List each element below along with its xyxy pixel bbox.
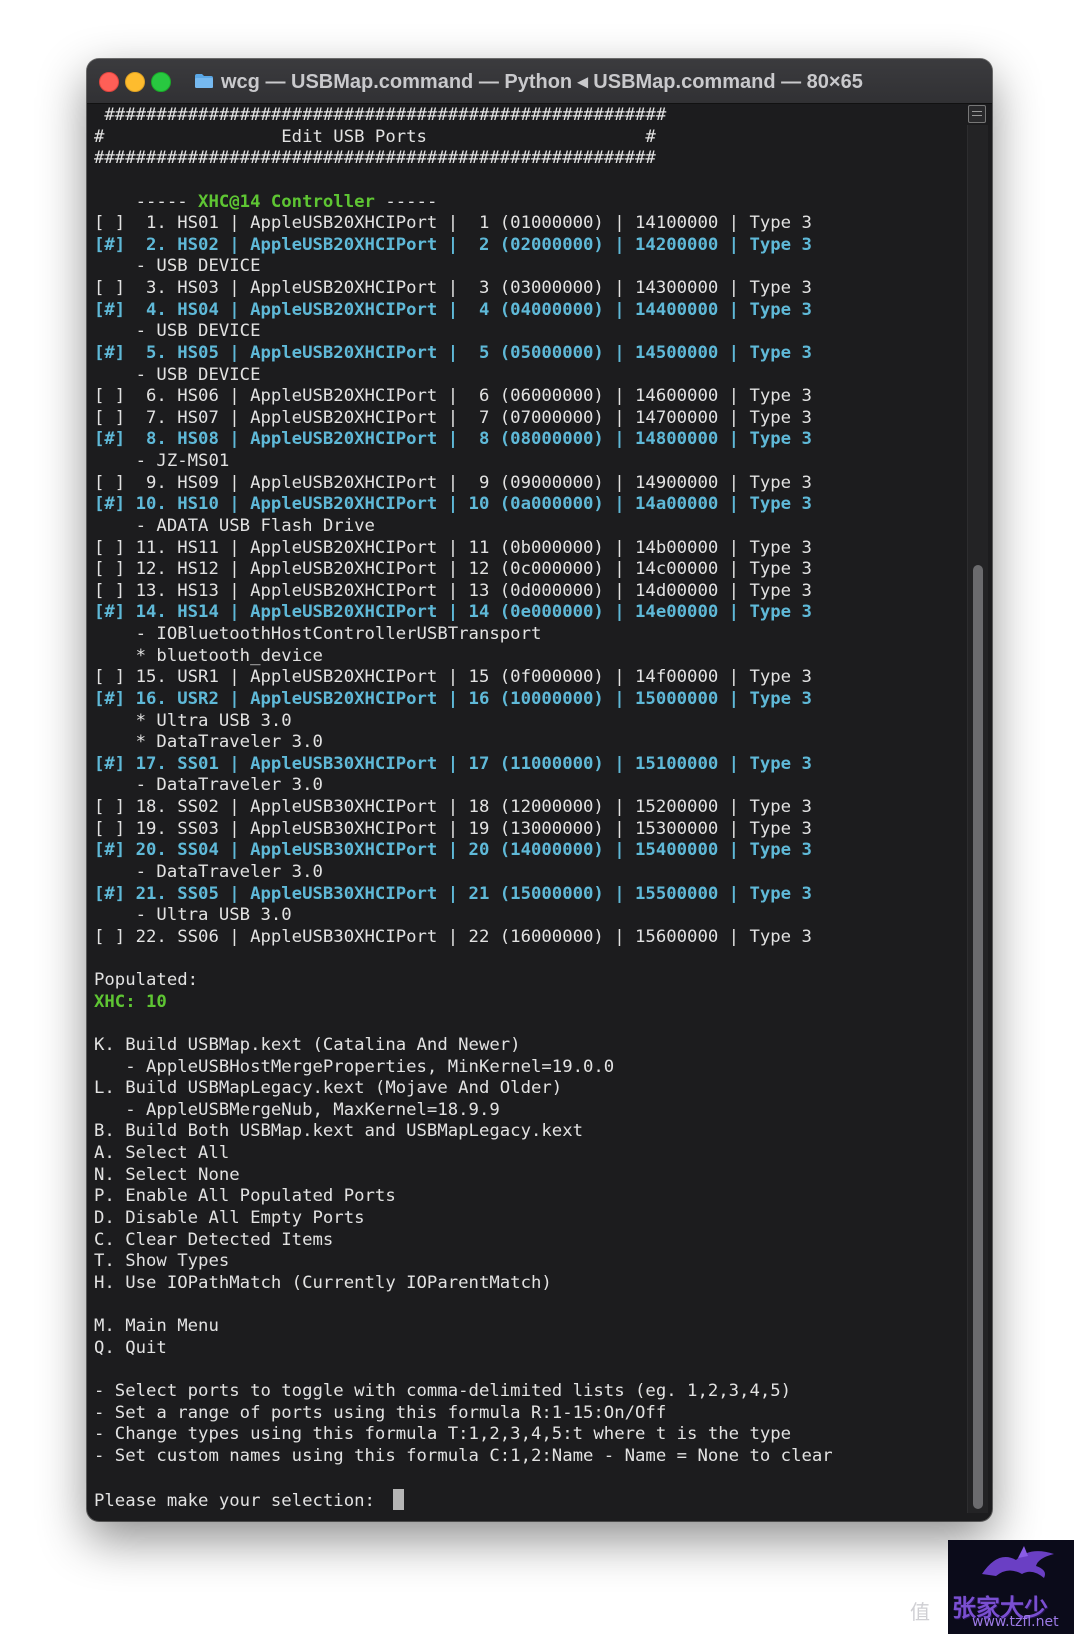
port-row: [ ] 11. HS11 | AppleUSB20XHCIPort | 11 (… [94, 537, 812, 558]
help-line: - Set a range of ports using this formul… [94, 1402, 667, 1423]
port-device: - DataTraveler 3.0 [94, 775, 323, 796]
menu-item: K. Build USBMap.kext (Catalina And Newer… [94, 1034, 521, 1055]
port-row: [#] 2. HS02 | AppleUSB20XHCIPort | 2 (02… [94, 234, 812, 255]
watermark-logo: 张家大少 www.tzfl.net [948, 1540, 1074, 1634]
split-view-icon[interactable] [968, 105, 986, 123]
window-title: wcg — USBMap.command — Python ◂ USBMap.c… [221, 71, 863, 93]
menu-item: N. Select None [94, 1164, 240, 1185]
port-row: [ ] 9. HS09 | AppleUSB20XHCIPort | 9 (09… [94, 472, 812, 493]
port-device: - DataTraveler 3.0 [94, 861, 323, 882]
menu-item: T. Show Types [94, 1251, 230, 1272]
menu-item: H. Use IOPathMatch (Currently IOParentMa… [94, 1272, 552, 1293]
site-mark: 值 [910, 1600, 930, 1624]
port-device: - USB DEVICE [94, 321, 261, 342]
menu-item: - AppleUSBHostMergeProperties, MinKernel… [94, 1056, 615, 1077]
menu-item: M. Main Menu [94, 1316, 219, 1336]
port-row: [#] 10. HS10 | AppleUSB20XHCIPort | 10 (… [94, 494, 812, 515]
help-line: - Change types using this formula T:1,2,… [94, 1424, 792, 1445]
port-device: * DataTraveler 3.0 [94, 732, 323, 753]
port-row: [#] 17. SS01 | AppleUSB30XHCIPort | 17 (… [94, 753, 812, 774]
header-line: ########################################… [94, 148, 656, 169]
scrollbar-thumb[interactable] [973, 565, 983, 1509]
port-device: - USB DEVICE [94, 256, 261, 277]
menu-item: A. Select All [94, 1143, 230, 1163]
close-button[interactable] [99, 72, 119, 92]
port-row: [ ] 18. SS02 | AppleUSB30XHCIPort | 18 (… [94, 797, 812, 817]
port-row: [#] 5. HS05 | AppleUSB20XHCIPort | 5 (05… [94, 342, 812, 363]
text-cursor[interactable] [393, 1489, 405, 1510]
help-line: - Select ports to toggle with comma-deli… [94, 1380, 792, 1401]
dragon-icon [982, 1546, 1054, 1578]
controller-prefix: ----- [94, 191, 199, 212]
port-row: [#] 14. HS14 | AppleUSB20XHCIPort | 14 (… [94, 602, 812, 623]
controller-name: XHC@14 Controller [198, 191, 375, 212]
header-line: ########################################… [94, 105, 677, 125]
menu-item: L. Build USBMapLegacy.kext (Mojave And O… [94, 1078, 563, 1099]
port-row: [ ] 6. HS06 | AppleUSB20XHCIPort | 6 (06… [94, 386, 812, 407]
port-row: [ ] 3. HS03 | AppleUSB20XHCIPort | 3 (03… [94, 278, 812, 298]
port-device: * bluetooth_device [94, 645, 323, 666]
prompt-text: Please make your selection: [94, 1491, 386, 1511]
port-row: [ ] 12. HS12 | AppleUSB20XHCIPort | 12 (… [94, 559, 812, 580]
menu-item: P. Enable All Populated Ports [94, 1186, 396, 1207]
port-row: [#] 21. SS05 | AppleUSB30XHCIPort | 21 (… [94, 883, 812, 904]
prompt-line: Please make your selection: [94, 1489, 962, 1511]
menu-item: C. Clear Detected Items [94, 1229, 334, 1250]
menu-item: Q. Quit [94, 1337, 167, 1358]
port-row: [ ] 1. HS01 | AppleUSB20XHCIPort | 1 (01… [94, 213, 812, 234]
help-line: - Set custom names using this formula C:… [94, 1445, 833, 1466]
watermark-url: www.tzfl.net [972, 1614, 1059, 1630]
port-device: - ADATA USB Flash Drive [94, 515, 375, 536]
controller-heading: ----- XHC@14 Controller ----- [94, 192, 962, 214]
port-row: [ ] 13. HS13 | AppleUSB20XHCIPort | 13 (… [94, 580, 812, 601]
port-row: [#] 16. USR2 | AppleUSB20XHCIPort | 16 (… [94, 688, 812, 709]
zoom-button[interactable] [151, 72, 171, 92]
port-row: [#] 4. HS04 | AppleUSB20XHCIPort | 4 (04… [94, 299, 812, 320]
port-device: - IOBluetoothHostControllerUSBTransport [94, 624, 542, 644]
menu-item: - AppleUSBMergeNub, MaxKernel=18.9.9 [94, 1099, 500, 1120]
port-row: [ ] 22. SS06 | AppleUSB30XHCIPort | 22 (… [94, 926, 812, 947]
port-device: * Ultra USB 3.0 [94, 710, 292, 731]
terminal-window: wcg — USBMap.command — Python ◂ USBMap.c… [87, 59, 992, 1521]
folder-icon [195, 74, 213, 88]
port-row: [ ] 19. SS03 | AppleUSB30XHCIPort | 19 (… [94, 818, 812, 839]
port-row: [#] 8. HS08 | AppleUSB20XHCIPort | 8 (08… [94, 429, 812, 450]
terminal-output[interactable]: ########################################… [94, 103, 962, 1521]
populated-label: Populated: [94, 970, 199, 990]
port-row: [ ] 15. USR1 | AppleUSB20XHCIPort | 15 (… [94, 667, 812, 688]
menu-item: B. Build Both USBMap.kext and USBMapLega… [94, 1121, 583, 1142]
menu-item: D. Disable All Empty Ports [94, 1207, 365, 1228]
port-device: - JZ-MS01 [94, 451, 230, 471]
controller-suffix: ----- [374, 191, 438, 212]
title-bar[interactable]: wcg — USBMap.command — Python ◂ USBMap.c… [87, 59, 992, 104]
port-device: - Ultra USB 3.0 [94, 905, 292, 926]
scrollbar[interactable] [967, 125, 988, 1513]
populated-value: XHC: 10 [94, 991, 167, 1012]
port-row: [ ] 7. HS07 | AppleUSB20XHCIPort | 7 (07… [94, 407, 812, 428]
port-device: - USB DEVICE [94, 364, 261, 385]
header-line: # Edit USB Ports # [94, 126, 656, 147]
port-row: [#] 20. SS04 | AppleUSB30XHCIPort | 20 (… [94, 840, 812, 861]
minimize-button[interactable] [125, 72, 145, 92]
